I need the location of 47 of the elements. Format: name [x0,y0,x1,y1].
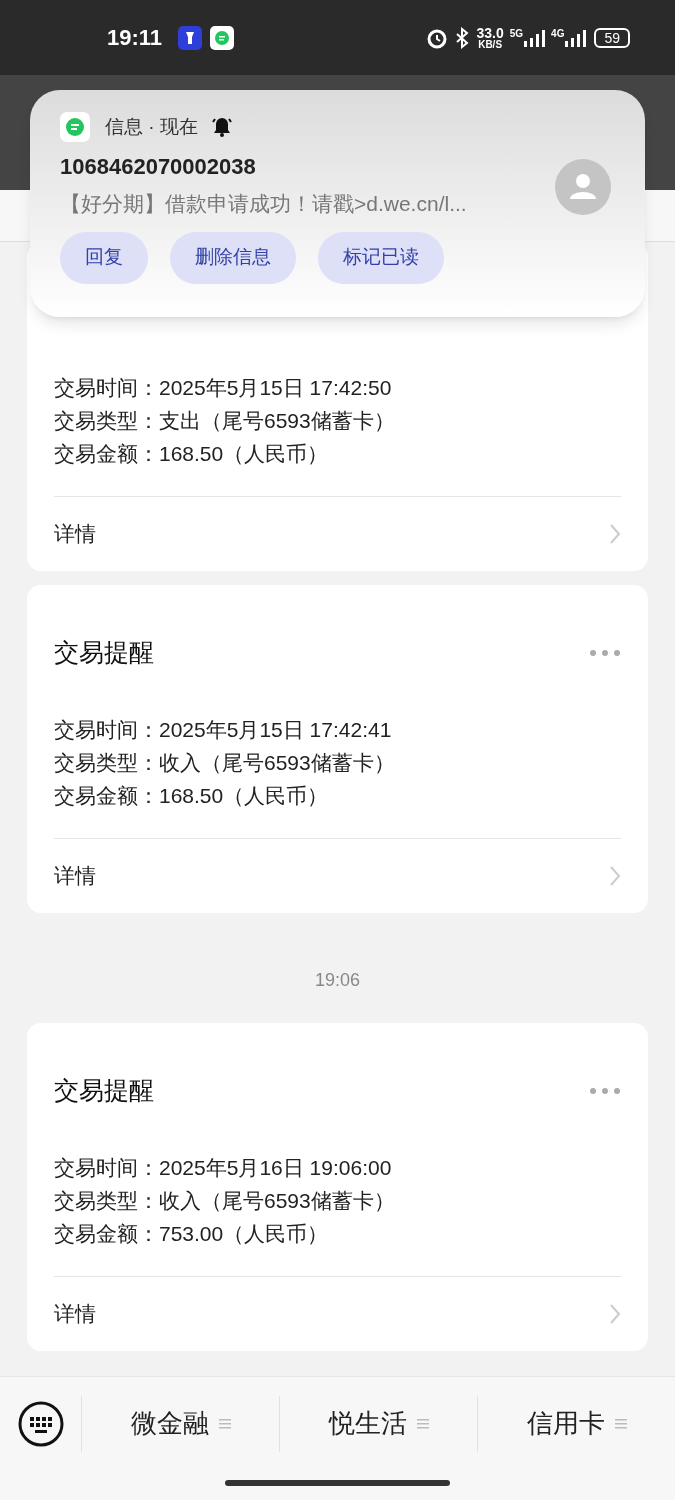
details-link[interactable]: 详情 [54,1297,96,1330]
menu-icon [416,1418,429,1429]
detail-line: 交易时间：2025年5月15日 17:42:41 [54,717,393,743]
notification-action-button[interactable]: 回复 [60,231,148,284]
signal-icon [523,28,546,47]
message-icon [210,25,235,50]
card-title: 交易提醒 [54,1075,154,1107]
more-icon [589,1087,621,1095]
message-app-icon [60,112,90,142]
notification-action-button[interactable]: 标记已读 [318,231,444,284]
more-icon [589,649,621,657]
avatar-icon [555,159,611,215]
detail-line: 交易金额：168.50（人民币） [54,783,330,809]
battery-indicator: 59 [594,27,630,48]
notification-sender: 1068462070002038 [59,153,257,181]
details-link[interactable]: 详情 [54,517,96,550]
network-speed-unit: KB/S [478,39,503,50]
clock: 19:11 [107,24,163,52]
network-type: 4G [551,28,565,39]
menu-icon [614,1418,627,1429]
detail-line: 交易类型：收入（尾号6593储蓄卡） [54,1188,396,1214]
menu-tab[interactable]: 悦生活 [328,1404,407,1443]
chevron-right-icon [609,522,621,545]
detail-line: 交易时间：2025年5月15日 17:42:50 [54,375,393,401]
notification-app-name: 信息 · 现在 [105,114,198,139]
network-speed: 33.0 [476,25,504,40]
keyboard-icon [18,1400,64,1447]
menu-tab[interactable]: 信用卡 [526,1404,605,1443]
detail-line: 交易类型：支出（尾号6593储蓄卡） [54,408,396,434]
network-type: 5G [509,28,524,39]
signal-icon [564,28,587,47]
details-link[interactable]: 详情 [54,859,96,892]
detail-line: 交易类型：收入（尾号6593储蓄卡） [54,750,396,776]
home-indicator[interactable] [225,1480,450,1486]
menu-icon [218,1418,231,1429]
detail-line: 交易金额：753.00（人民币） [54,1221,330,1247]
detail-line: 交易时间：2025年5月16日 19:06:00 [54,1155,393,1181]
notification-action-button[interactable]: 删除信息 [170,231,296,284]
card-title: 交易提醒 [54,637,154,669]
menu-tab[interactable]: 微金融 [130,1404,209,1443]
timestamp: 19:06 [314,969,360,992]
flashlight-icon [178,25,203,50]
chevron-right-icon [609,1302,621,1325]
notification-message: 【好分期】借款申请成功！请戳>d.we.cn/l... [59,191,468,217]
chevron-right-icon [609,864,621,887]
detail-line: 交易金额：168.50（人民币） [54,441,330,467]
bell-icon [209,115,234,139]
